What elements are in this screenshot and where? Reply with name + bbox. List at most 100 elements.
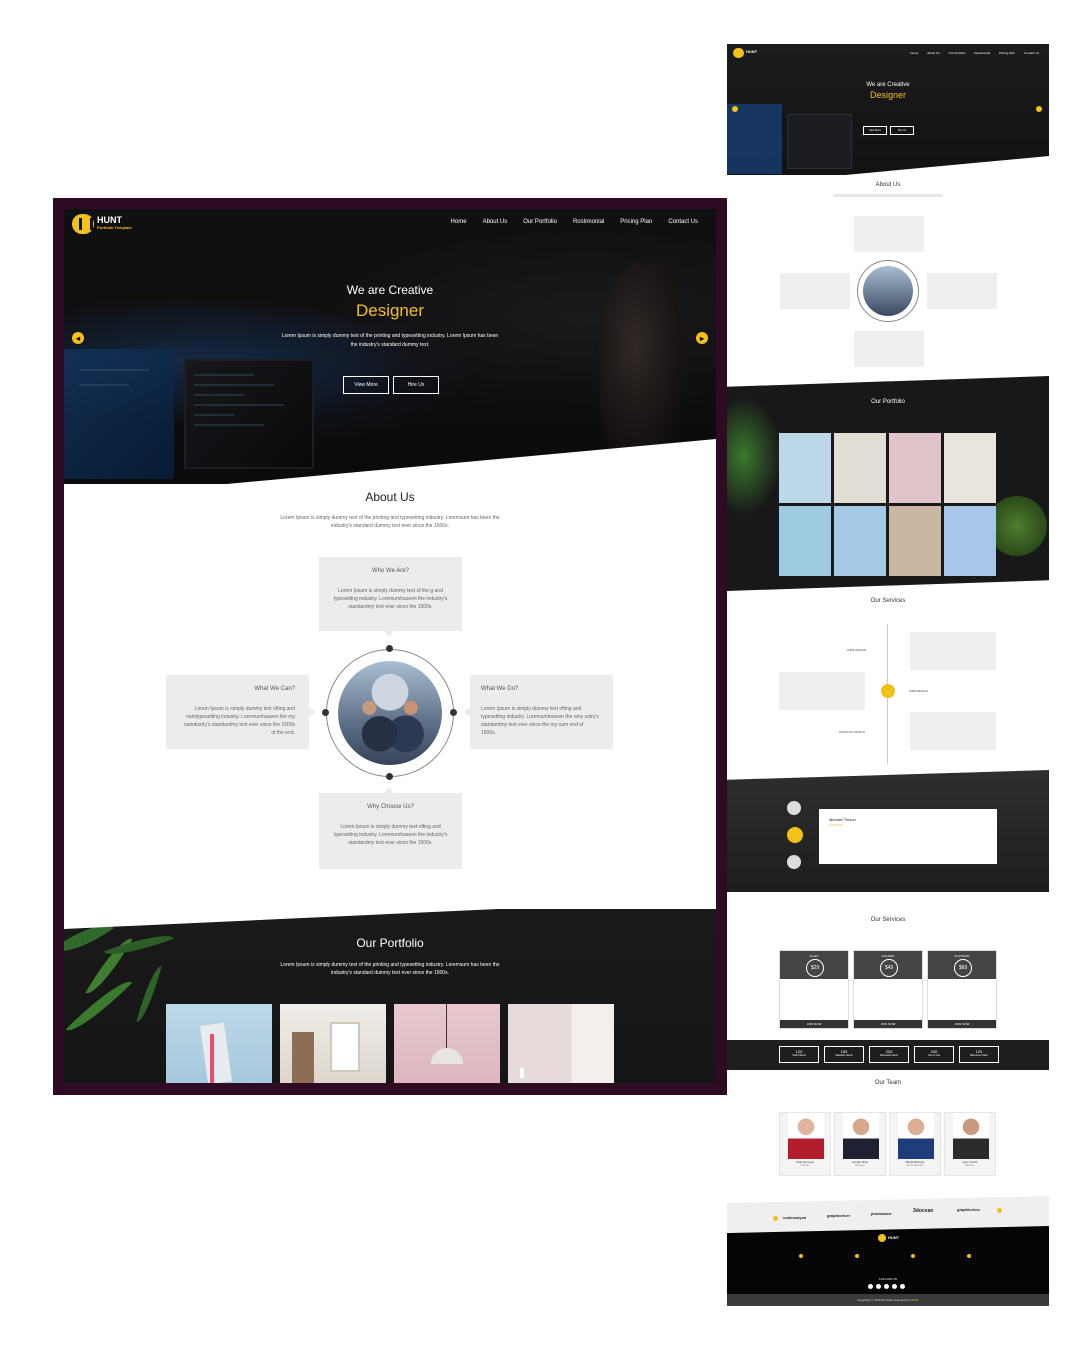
team-role: Founder bbox=[800, 1164, 810, 1167]
preview-portfolio-item[interactable] bbox=[944, 506, 996, 576]
preview-plant bbox=[727, 396, 782, 516]
portfolio-title: Our Portfolio bbox=[356, 936, 424, 950]
join-now-button[interactable]: JOIN NOW bbox=[928, 1020, 996, 1028]
instagram-icon[interactable] bbox=[900, 1284, 905, 1289]
full-page-preview: HUNT Home About Us Our Portfolio Rostimo… bbox=[727, 44, 1049, 1306]
phone-icon bbox=[855, 1254, 859, 1258]
preview-portfolio-item[interactable] bbox=[889, 433, 941, 503]
card-pointer bbox=[384, 787, 394, 793]
preview-portfolio-item[interactable] bbox=[834, 433, 886, 503]
team-card[interactable]: Maria Bohnan Senior Member bbox=[889, 1112, 941, 1176]
preview-avatar[interactable] bbox=[787, 827, 803, 843]
hire-us-button[interactable]: Hire Us bbox=[393, 376, 439, 394]
preview-arrow-left-icon[interactable] bbox=[732, 106, 738, 112]
hero-title: Designer bbox=[355, 301, 425, 320]
preview-nav-item[interactable]: Rostimonial bbox=[974, 51, 990, 55]
preview-hire-us-button[interactable]: Hire Us bbox=[890, 126, 914, 135]
preview-nav-item[interactable]: Home bbox=[910, 51, 918, 55]
preview-stars: ★★★★★ bbox=[829, 823, 843, 827]
preview-nav-item[interactable]: Our Portfolio bbox=[949, 51, 966, 55]
nav-about[interactable]: About Us bbox=[483, 219, 508, 225]
team-role: Member bbox=[965, 1164, 975, 1167]
ring-dot bbox=[322, 709, 329, 716]
preview-portfolio-item[interactable] bbox=[779, 506, 831, 576]
preview-card bbox=[927, 273, 997, 309]
nav-portfolio[interactable]: Our Portfolio bbox=[523, 219, 557, 225]
stat-box: 120 Milestone Client bbox=[959, 1046, 999, 1063]
brand-logo: photodune bbox=[871, 1211, 892, 1216]
preview-nav-item[interactable]: About Us bbox=[927, 51, 939, 55]
view-more-button[interactable]: View More bbox=[343, 376, 389, 394]
preview-nav-item[interactable]: Pricing Plan bbox=[999, 51, 1015, 55]
social-icons bbox=[868, 1284, 905, 1289]
portfolio-item[interactable] bbox=[394, 1004, 500, 1083]
stat-label: Milestone Client bbox=[970, 1054, 988, 1057]
logo-icon bbox=[72, 214, 94, 234]
stat-label: Reviewed Client bbox=[879, 1054, 899, 1057]
preview-about-title: About Us bbox=[875, 182, 901, 188]
preview-hero: HUNT Home About Us Our Portfolio Rostimo… bbox=[727, 44, 1049, 175]
stat-box: 150 Satisfied clients bbox=[824, 1046, 864, 1063]
nav-contact[interactable]: Contact Us bbox=[668, 219, 698, 225]
preview-service-card bbox=[910, 632, 996, 670]
join-now-button[interactable]: JOIN NOW bbox=[780, 1020, 848, 1028]
join-now-button[interactable]: JOIN NOW bbox=[854, 1020, 922, 1028]
preview-brand-prev-icon[interactable] bbox=[773, 1216, 778, 1221]
preview-testimonial-name: Michael Tinson bbox=[829, 817, 856, 822]
preview-nav-item[interactable]: Contact Us bbox=[1024, 51, 1039, 55]
ring-dot bbox=[386, 645, 393, 652]
team-card[interactable]: Antonia Hope Founder bbox=[779, 1112, 831, 1176]
price-value: $29 bbox=[806, 959, 824, 977]
google-icon[interactable] bbox=[884, 1284, 889, 1289]
nav-testimonial[interactable]: Rostimonial bbox=[573, 219, 604, 225]
books-shape bbox=[200, 1022, 232, 1083]
main-nav: Home About Us Our Portfolio Rostimonial … bbox=[451, 219, 698, 225]
portfolio-item[interactable] bbox=[280, 1004, 386, 1083]
preview-portfolio-item[interactable] bbox=[834, 506, 886, 576]
preview-card bbox=[780, 273, 850, 309]
preview-avatar[interactable] bbox=[787, 801, 801, 815]
preview-portfolio-item[interactable] bbox=[944, 433, 996, 503]
logo[interactable]: HUNT Portfolio Template bbox=[72, 214, 132, 234]
preview-avatar[interactable] bbox=[787, 855, 801, 869]
web-icon bbox=[967, 1254, 971, 1258]
preview-portfolio-item[interactable] bbox=[889, 506, 941, 576]
about-title: About Us bbox=[365, 490, 415, 504]
stat-box: 430 Cup of Tea bbox=[914, 1046, 954, 1063]
preview-view-more-button[interactable]: View More bbox=[863, 126, 887, 135]
portfolio-item[interactable] bbox=[508, 1004, 614, 1083]
arrow-left-icon[interactable]: ◂ bbox=[72, 332, 84, 344]
lamp-cord bbox=[446, 1004, 447, 1048]
preview-portfolio-item[interactable] bbox=[779, 433, 831, 503]
copyright-text: Copyright © 2019 All rights reserved by bbox=[857, 1298, 911, 1302]
twitter-icon[interactable] bbox=[876, 1284, 881, 1289]
preview-mug bbox=[987, 496, 1047, 556]
stat-label: Satisfied clients bbox=[835, 1054, 853, 1057]
window-shape bbox=[330, 1022, 360, 1072]
stat-box: 220 Reviewed Client bbox=[869, 1046, 909, 1063]
preview-price-card: GOLDEN $49 JOIN NOW bbox=[853, 950, 923, 1029]
why-choose-us-title: Why Choose Us? bbox=[367, 804, 414, 810]
price-name: ALLEY bbox=[809, 954, 819, 958]
preview-service-icon bbox=[881, 684, 895, 698]
facebook-icon[interactable] bbox=[868, 1284, 873, 1289]
price-value: $69 bbox=[954, 959, 972, 977]
price-name: GOLDEN bbox=[881, 954, 895, 958]
team-card[interactable]: Jeruan Bros Designer bbox=[834, 1112, 886, 1176]
linkedin-icon[interactable] bbox=[892, 1284, 897, 1289]
portfolio-desc: Lorem Ipsum is simply dummy text of the … bbox=[280, 962, 500, 976]
nav-home[interactable]: Home bbox=[451, 219, 467, 225]
arrow-right-icon[interactable]: ▸ bbox=[696, 332, 708, 344]
preview-portfolio bbox=[727, 376, 1049, 591]
team-card[interactable]: Jeen Smith Member bbox=[944, 1112, 996, 1176]
preview-arrow-right-icon[interactable] bbox=[1036, 106, 1042, 112]
what-we-do-title: What We Do? bbox=[481, 686, 519, 692]
preview-hero-subtitle: We are Creative bbox=[866, 82, 910, 88]
nav-pricing[interactable]: Pricing Plan bbox=[620, 219, 652, 225]
stat-box: 120 Total Clients bbox=[779, 1046, 819, 1063]
preview-brand-next-icon[interactable] bbox=[997, 1208, 1002, 1213]
copyright-brand[interactable]: HUNT bbox=[910, 1298, 918, 1302]
team-photo bbox=[843, 1113, 879, 1159]
hero-subtitle: We are Creative bbox=[346, 283, 434, 297]
portfolio-item[interactable] bbox=[166, 1004, 272, 1083]
